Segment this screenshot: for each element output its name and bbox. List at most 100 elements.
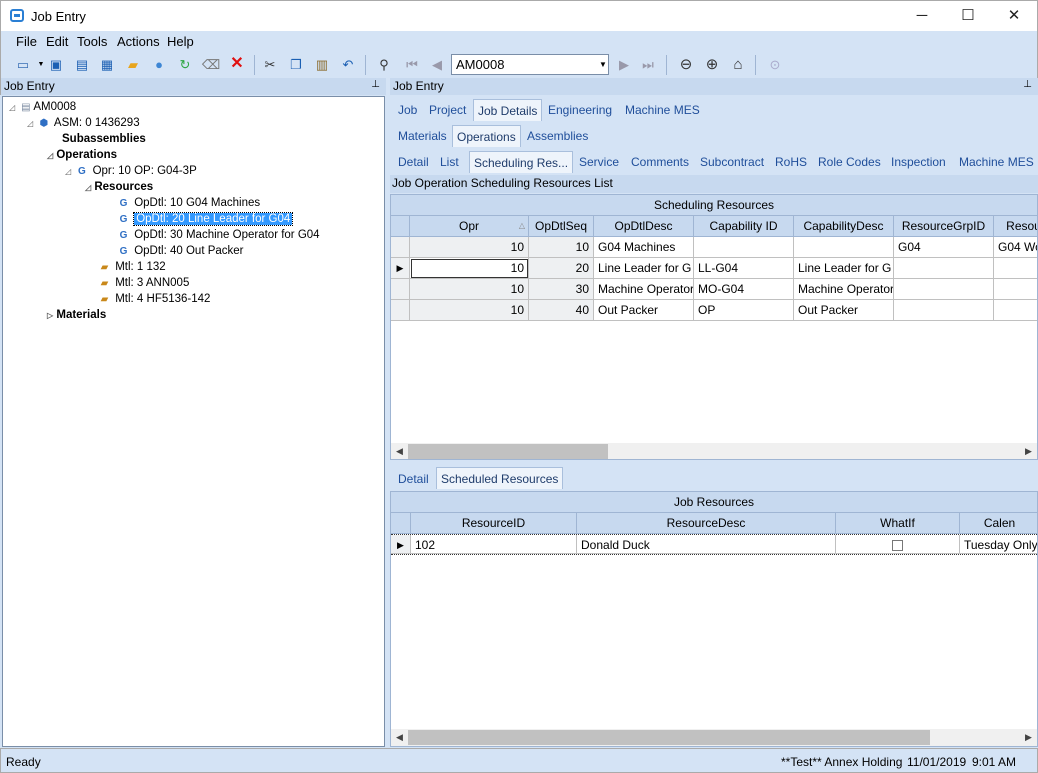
back-icon[interactable]: ⊖ <box>677 55 695 73</box>
tab-assemblies[interactable]: Assemblies <box>523 125 592 147</box>
tree-node-materials[interactable]: ▷ Materials <box>47 307 106 323</box>
tab-project[interactable]: Project <box>425 99 470 121</box>
column-header-capabilitydesc[interactable]: CapabilityDesc <box>794 216 894 237</box>
tab-machine-mes[interactable]: Machine MES <box>955 151 1038 173</box>
tab-engineering[interactable]: Engineering <box>544 99 616 121</box>
previous-record-icon[interactable]: ◀ <box>428 55 446 73</box>
grid-icon[interactable]: ▦ <box>98 55 116 73</box>
forward-icon[interactable]: ⊕ <box>703 55 721 73</box>
pin-icon[interactable]: ⊥ <box>1023 79 1032 90</box>
horizontal-scrollbar[interactable]: ◀ ▶ <box>391 443 1037 459</box>
cell-resource[interactable]: G04 Wo <box>994 237 1037 258</box>
horizontal-scrollbar[interactable]: ◀ ▶ <box>391 729 1037 746</box>
table-row-selected[interactable]: ▶ 102 Donald Duck Tuesday Only <box>391 534 1037 555</box>
table-row[interactable]: 10 30 Machine Operator MO-G04 Machine Op… <box>391 279 1037 300</box>
cell-resourcegrpid[interactable] <box>894 258 994 279</box>
tree-node-operations[interactable]: ◿ Operations <box>47 147 117 163</box>
cell-opdtldesc[interactable]: Out Packer <box>594 300 694 321</box>
cell-opdtlseq[interactable]: 40 <box>529 300 594 321</box>
cut-icon[interactable]: ✂ <box>261 55 279 73</box>
scroll-right-icon[interactable]: ▶ <box>1020 446 1037 457</box>
new-icon[interactable]: ▭ <box>14 55 32 73</box>
tab-machine-mes[interactable]: Machine MES <box>621 99 704 121</box>
tree-node-opdtl[interactable]: G OpDtl: 40 Out Packer <box>116 243 244 259</box>
menu-help[interactable]: Help <box>167 34 194 49</box>
tab-inspection[interactable]: Inspection <box>887 151 950 173</box>
tab-role-codes[interactable]: Role Codes <box>814 151 885 173</box>
tab-scheduling-resources[interactable]: Scheduling Res... <box>469 151 574 173</box>
home-icon[interactable]: ⌂ <box>729 55 747 73</box>
attach-icon[interactable]: ▤ <box>73 55 91 73</box>
row-selector[interactable] <box>391 279 410 300</box>
collapse-icon[interactable]: ◿ <box>9 103 15 112</box>
cell-capability-id[interactable]: MO-G04 <box>694 279 794 300</box>
collapse-icon[interactable]: ◿ <box>27 119 33 128</box>
cell-resource[interactable] <box>994 300 1037 321</box>
cell-opdtlseq[interactable]: 30 <box>529 279 594 300</box>
cell-opr[interactable]: 10 <box>410 237 529 258</box>
cell-resourcegrpid[interactable] <box>894 300 994 321</box>
column-header-resourceid[interactable]: ResourceID <box>411 513 577 534</box>
column-header-opdtlseq[interactable]: OpDtlSeq <box>529 216 594 237</box>
tab-detail[interactable]: Detail <box>394 151 433 173</box>
tree-node-subassemblies[interactable]: Subassemblies <box>62 131 146 147</box>
menu-edit[interactable]: Edit <box>46 34 68 49</box>
cell-calendar[interactable]: Tuesday Only <box>960 535 1037 554</box>
collapse-icon[interactable]: ◿ <box>65 167 71 176</box>
cell-capability-id[interactable]: OP <box>694 300 794 321</box>
menu-actions[interactable]: Actions <box>117 34 160 49</box>
cell-resourcegrpid[interactable]: G04 <box>894 237 994 258</box>
tab-subcontract[interactable]: Subcontract <box>696 151 768 173</box>
menu-tools[interactable]: Tools <box>77 34 107 49</box>
cell-opr[interactable]: 10 <box>410 279 529 300</box>
tree-node-operation[interactable]: ◿ G Opr: 10 OP: G04-3P <box>65 163 197 179</box>
cell-resource[interactable] <box>994 258 1037 279</box>
cell-opdtldesc[interactable]: Machine Operator <box>594 279 694 300</box>
cell-opdtldesc[interactable]: G04 Machines <box>594 237 694 258</box>
cell-opdtlseq[interactable]: 10 <box>529 237 594 258</box>
tab-list[interactable]: List <box>436 151 463 173</box>
folder-icon[interactable]: ▰ <box>124 55 142 73</box>
search-icon[interactable]: ⚲ <box>375 55 393 73</box>
tab-operations[interactable]: Operations <box>452 125 521 147</box>
column-header-resource[interactable]: Resou <box>994 216 1037 237</box>
cell-capabilitydesc[interactable]: Out Packer <box>794 300 894 321</box>
row-selector[interactable] <box>391 237 410 258</box>
next-record-icon[interactable]: ▶ <box>615 55 633 73</box>
tree-node-material[interactable]: ▰ Mtl: 3 ANN005 <box>97 275 190 291</box>
job-number-combo[interactable]: AM0008 <box>451 54 609 75</box>
pin-icon[interactable]: ⊥ <box>371 79 380 90</box>
tab-job[interactable]: Job <box>394 99 421 121</box>
cell-capabilitydesc[interactable]: Line Leader for G <box>794 258 894 279</box>
first-record-icon[interactable]: ⏮ <box>403 55 421 73</box>
cell-resource[interactable] <box>994 279 1037 300</box>
chevron-down-icon[interactable]: ▼ <box>597 54 609 75</box>
undo-icon[interactable]: ↶ <box>339 55 357 73</box>
tab-scheduled-resources[interactable]: Scheduled Resources <box>436 467 564 489</box>
cell-opr[interactable]: 10 <box>410 300 529 321</box>
minimize-button[interactable]: ─ <box>899 1 945 31</box>
column-header-whatif[interactable]: WhatIf <box>836 513 960 534</box>
row-selector[interactable]: ▶ <box>391 535 411 554</box>
cell-opdtldesc[interactable]: Line Leader for G <box>594 258 694 279</box>
save-icon[interactable]: ▣ <box>47 55 65 73</box>
tree-node-resources[interactable]: ◿ Resources <box>85 179 153 195</box>
tree-node-opdtl[interactable]: G OpDtl: 30 Machine Operator for G04 <box>116 227 320 243</box>
scroll-left-icon[interactable]: ◀ <box>391 446 408 457</box>
row-selector[interactable] <box>391 300 410 321</box>
tab-lower-detail[interactable]: Detail <box>394 468 433 490</box>
refresh-icon[interactable]: ↻ <box>176 55 194 73</box>
cell-resourceid[interactable]: 102 <box>411 535 577 554</box>
tree-node-material[interactable]: ▰ Mtl: 1 132 <box>97 259 166 275</box>
cell-capabilitydesc[interactable]: Machine Operator <box>794 279 894 300</box>
column-header-resourcedesc[interactable]: ResourceDesc <box>577 513 836 534</box>
tab-materials[interactable]: Materials <box>394 125 451 147</box>
scrollbar-thumb[interactable] <box>408 444 608 459</box>
close-button[interactable]: ✕ <box>991 1 1037 31</box>
last-record-icon[interactable]: ⏭ <box>639 55 657 73</box>
cell-whatif[interactable] <box>836 535 960 554</box>
table-row-selected[interactable]: ▶ 10 20 Line Leader for G LL-G04 Line Le… <box>391 258 1037 279</box>
column-header-resourcegrpid[interactable]: ResourceGrpID <box>894 216 994 237</box>
column-header-capability-id[interactable]: Capability ID <box>694 216 794 237</box>
paste-icon[interactable]: ▥ <box>313 55 331 73</box>
